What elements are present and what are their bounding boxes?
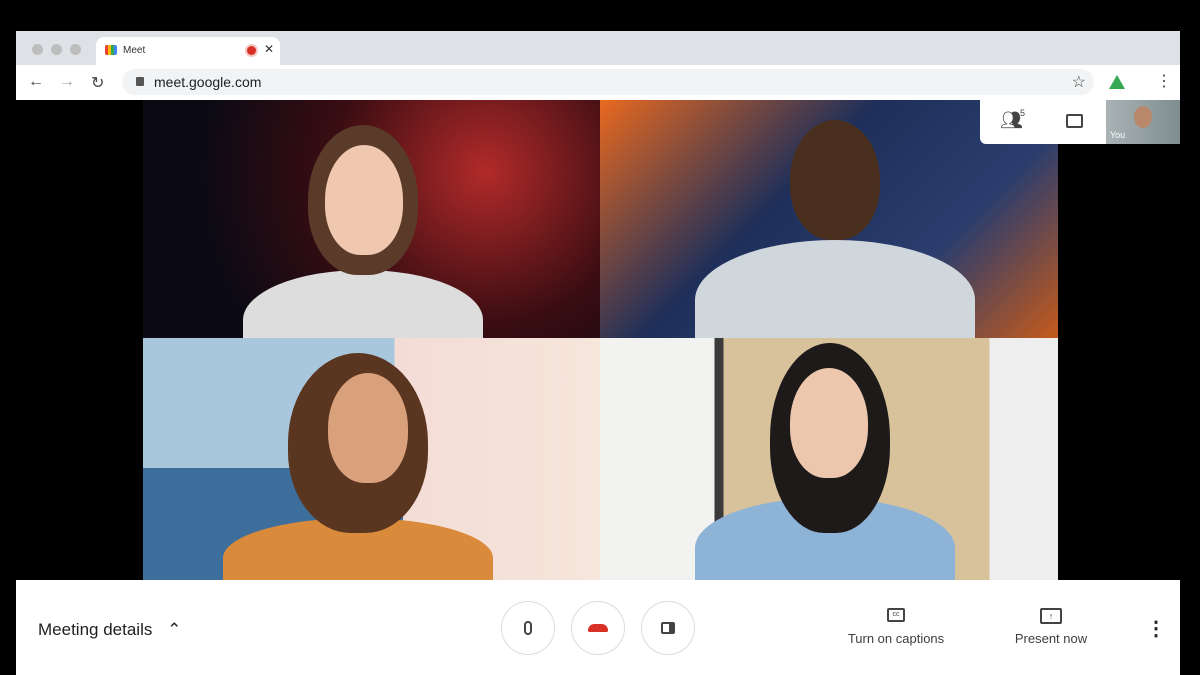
more-menu-icon[interactable]: ⋮ [1156,71,1172,91]
tab-meet[interactable]: Meet ✕ [96,37,280,65]
recording-icon [247,46,256,55]
self-view[interactable]: You [1106,100,1180,144]
back-icon[interactable]: ← [28,73,44,91]
present-screen-icon: ↑ [1040,608,1062,624]
window-maximize-button[interactable] [70,44,81,55]
present-now-label: Present now [1014,631,1088,646]
close-tab-icon[interactable]: ✕ [264,42,274,56]
participant-tile-4[interactable] [600,338,1058,580]
camera-icon [661,622,675,634]
meeting-controls-bar: Meeting details ⌃ cc Turn on captions ↑ … [16,580,1180,675]
bookmark-star-icon[interactable]: ☆ [1072,72,1086,92]
present-now-button[interactable]: ↑ Present now [991,608,1111,653]
captions-button[interactable]: cc Turn on captions [836,608,956,653]
forward-icon[interactable]: → [59,73,75,91]
participants-count: 5 [1020,108,1026,118]
meet-logo-icon [105,45,117,55]
chat-icon[interactable] [1066,114,1083,128]
microphone-button[interactable] [501,601,555,655]
window-minimize-button[interactable] [51,44,62,55]
meeting-details-label: Meeting details [38,620,153,639]
participant-tile-1[interactable] [143,100,600,338]
side-panel-controls: 👥︎ 5 You [980,100,1180,144]
self-label: You [1110,130,1126,140]
reload-icon[interactable]: ↻ [91,73,104,93]
url-text: meet.google.com [154,74,262,90]
google-drive-icon[interactable] [1109,75,1125,89]
tab-title: Meet [123,45,146,56]
window-close-button[interactable] [32,44,43,55]
hang-up-button[interactable] [571,601,625,655]
url-input[interactable]: meet.google.com ☆ [122,69,1094,95]
address-bar-row: ← → ↻ meet.google.com ☆ ⋮ [16,65,1180,100]
captions-label: Turn on captions [847,631,945,646]
browser-window: Meet ✕ ← → ↻ meet.google.com ☆ ⋮ 👥︎ 5 Yo… [16,31,1180,675]
video-grid: 👥︎ 5 You [16,100,1180,580]
lock-icon [136,77,144,86]
chevron-up-icon: ⌃ [167,620,182,639]
tab-bar: Meet ✕ [16,31,1180,65]
closed-captions-icon: cc [887,608,905,622]
microphone-icon [524,621,532,635]
more-options-icon[interactable]: ⋮ [1146,616,1166,641]
camera-button[interactable] [641,601,695,655]
participant-tile-3[interactable] [143,338,600,580]
meeting-details-button[interactable]: Meeting details ⌃ [38,620,181,640]
hang-up-icon [588,624,608,632]
